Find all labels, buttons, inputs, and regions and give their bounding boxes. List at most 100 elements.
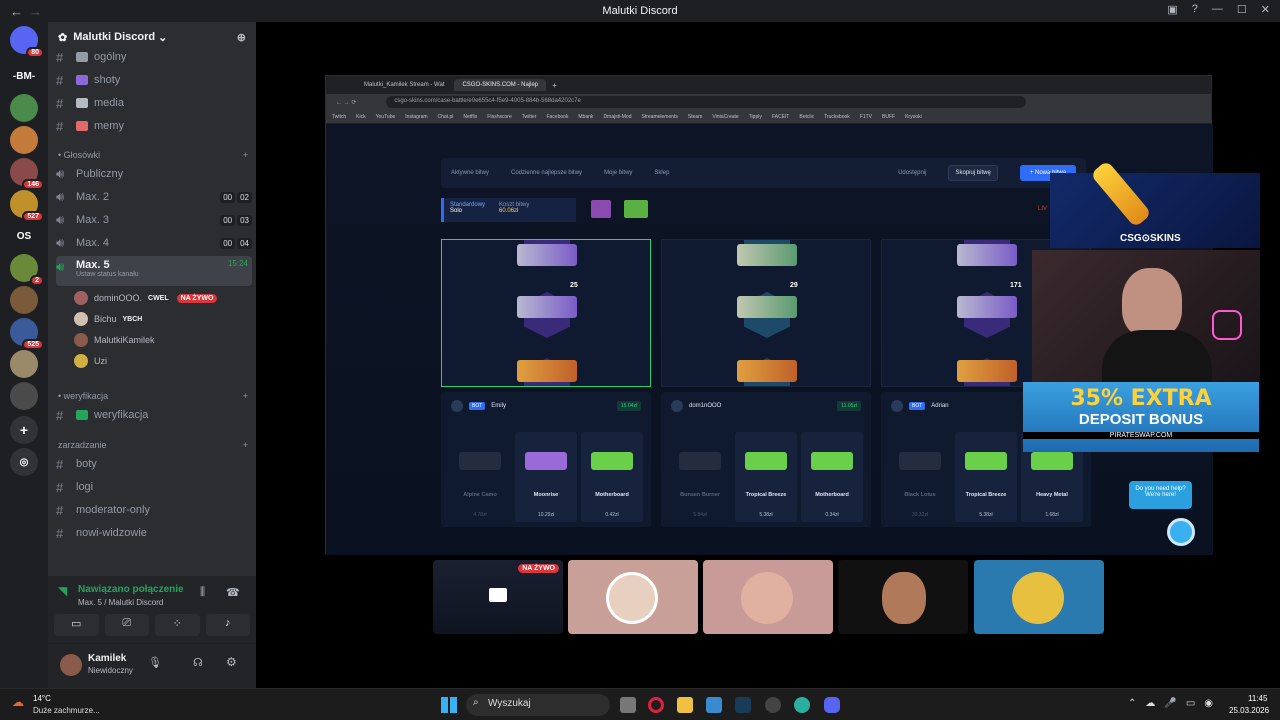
bookmark[interactable]: Twitter: [522, 114, 537, 120]
category-header[interactable]: zarzadzanie +: [58, 440, 248, 450]
category-header[interactable]: • weryfikacja +: [58, 391, 248, 401]
text-channel[interactable]: # weryfikacja: [56, 405, 252, 425]
text-channel[interactable]: # media: [56, 93, 252, 113]
bookmark[interactable]: Facebook: [546, 114, 568, 120]
file-explorer-icon[interactable]: [677, 697, 693, 713]
participant-tile-user[interactable]: [568, 560, 698, 634]
item-card[interactable]: Tropical Breeze 5.38zł: [955, 432, 1017, 522]
nav-active-battles[interactable]: Aktywne bitwy: [451, 170, 489, 176]
bookmark[interactable]: Mbank: [578, 114, 593, 120]
participant-tile-stream[interactable]: NA ŻYWO: [433, 560, 563, 634]
text-channel[interactable]: # nowi-widzowie: [56, 523, 252, 543]
bookmark[interactable]: Flashscore: [487, 114, 511, 120]
weather-icon[interactable]: ☁: [12, 695, 24, 709]
headphones-icon[interactable]: ☊: [193, 656, 203, 669]
voice-user[interactable]: Bichu YBCH: [74, 309, 142, 329]
bookmark[interactable]: FACEIT: [772, 114, 790, 120]
bookmark[interactable]: Trucksbook: [824, 114, 850, 120]
server-icon[interactable]: -BM-: [10, 62, 38, 90]
invite-icon[interactable]: ⊕: [237, 31, 246, 44]
participant-tile-user[interactable]: [974, 560, 1104, 634]
item-card[interactable]: Tropical Breeze 5.38zł: [735, 432, 797, 522]
disconnect-icon[interactable]: ☎: [226, 586, 240, 599]
soundboard-button[interactable]: ♪: [205, 614, 250, 636]
windows-start-icon[interactable]: [441, 697, 457, 713]
bookmark[interactable]: Netflix: [463, 114, 477, 120]
activities-button[interactable]: ⁘: [155, 614, 200, 636]
server-icon[interactable]: 525: [10, 318, 44, 350]
voice-channel[interactable]: 🔊︎ Publiczny: [56, 164, 252, 184]
bookmark[interactable]: Dmajsti-Mod: [603, 114, 631, 120]
nav-shop[interactable]: Sklep: [654, 170, 669, 176]
item-card[interactable]: Motherboard 0.42zł: [581, 432, 643, 522]
text-channel[interactable]: # boty: [56, 454, 252, 474]
add-channel-icon[interactable]: +: [243, 391, 248, 401]
nav-daily-best[interactable]: Codzienne najlepsze bitwy: [511, 170, 582, 176]
bookmark[interactable]: Kick: [356, 114, 365, 120]
server-icon[interactable]: [10, 94, 38, 122]
bookmark[interactable]: YouTube: [376, 114, 396, 120]
search-box[interactable]: ⌕ Wyszukaj: [466, 694, 610, 716]
bookmark[interactable]: Steam: [688, 114, 702, 120]
voice-channel[interactable]: 🔊︎ Max. 4 00 04: [56, 233, 252, 253]
item-card[interactable]: Motherboard 0.34zł: [801, 432, 863, 522]
server-icon[interactable]: 80: [10, 26, 44, 58]
text-channel[interactable]: # ogólny: [56, 47, 252, 67]
maximize-icon[interactable]: ☐: [1237, 3, 1247, 16]
bookmark[interactable]: Chat.pl: [438, 114, 454, 120]
voice-channel-active[interactable]: 🔊︎ Max. 5 Ustaw status kanału 15:24: [56, 256, 252, 286]
voice-user[interactable]: dominOOO. CWEL NA ŻYWO: [74, 288, 218, 308]
server-icon[interactable]: [10, 286, 38, 314]
server-icon[interactable]: OS: [10, 222, 38, 250]
edge-icon[interactable]: [794, 697, 810, 713]
discord-icon[interactable]: [824, 697, 840, 713]
voice-user[interactable]: Uzi: [74, 351, 107, 371]
item-card[interactable]: Bunsen Burner 5.84zł: [669, 432, 731, 522]
signal-icon[interactable]: ◥: [58, 584, 67, 598]
add-server-icon[interactable]: +: [10, 416, 38, 444]
tab-stream[interactable]: Malutki_Kamilek Stream - Wat: [356, 79, 452, 91]
bookmark[interactable]: Twitch: [332, 114, 346, 120]
participant-tile-user[interactable]: [703, 560, 833, 634]
voice-channel[interactable]: 🔊︎ Max. 3 00 03: [56, 210, 252, 230]
nav-icons[interactable]: ← → ⟳: [336, 99, 356, 106]
close-icon[interactable]: ✕: [1261, 3, 1270, 16]
bookmark[interactable]: Betclic: [799, 114, 814, 120]
item-card[interactable]: Moonrise 10.29zł: [515, 432, 577, 522]
channel-status[interactable]: Ustaw status kanału: [76, 271, 139, 278]
task-view-icon[interactable]: [620, 697, 636, 713]
share-button[interactable]: Udostępnij: [898, 170, 926, 176]
server-icon[interactable]: [10, 350, 38, 378]
noise-icon[interactable]: ⫼: [200, 586, 205, 599]
steam-icon[interactable]: [735, 697, 751, 713]
text-channel[interactable]: # logi: [56, 477, 252, 497]
participant-tile-user[interactable]: [838, 560, 968, 634]
bookmark[interactable]: VintaCreate: [712, 114, 738, 120]
gear-icon[interactable]: ⚙: [226, 655, 237, 669]
store-icon[interactable]: [706, 697, 722, 713]
tab-csgoskins[interactable]: CSGO-SKINS.COM - Najlep: [454, 79, 547, 91]
server-icon[interactable]: [10, 382, 38, 410]
bookmark[interactable]: F1TV: [860, 114, 872, 120]
text-channel[interactable]: # moderator-only: [56, 500, 252, 520]
text-channel[interactable]: # memy: [56, 116, 252, 136]
camera-button[interactable]: ▭: [54, 614, 99, 636]
add-channel-icon[interactable]: +: [243, 440, 248, 450]
add-channel-icon[interactable]: +: [243, 150, 248, 160]
screen-share-button[interactable]: ⎚: [104, 614, 149, 636]
voice-location[interactable]: Max. 5 / Malutki Discord: [78, 598, 163, 607]
inbox-icon[interactable]: ▣: [1167, 3, 1177, 16]
category-header[interactable]: • Głosówki +: [58, 150, 248, 160]
microphone-icon[interactable]: 🎙︎: [148, 656, 162, 669]
copy-battle-button[interactable]: Skopiuj bitwę: [948, 165, 998, 181]
opera-icon[interactable]: [648, 697, 664, 713]
item-card[interactable]: Alpine Camo 4.78zł: [449, 432, 511, 522]
server-icon[interactable]: [10, 126, 38, 154]
voice-channel[interactable]: 🔊︎ Max. 2 00 02: [56, 187, 252, 207]
nav-my-battles[interactable]: Moje bitwy: [604, 170, 632, 176]
server-icon[interactable]: 527: [10, 190, 44, 222]
bookmark[interactable]: Streamelements: [642, 114, 678, 120]
bookmark[interactable]: BUFF: [882, 114, 895, 120]
bookmark[interactable]: Kryooki: [905, 114, 922, 120]
server-icon[interactable]: 2: [10, 254, 44, 286]
